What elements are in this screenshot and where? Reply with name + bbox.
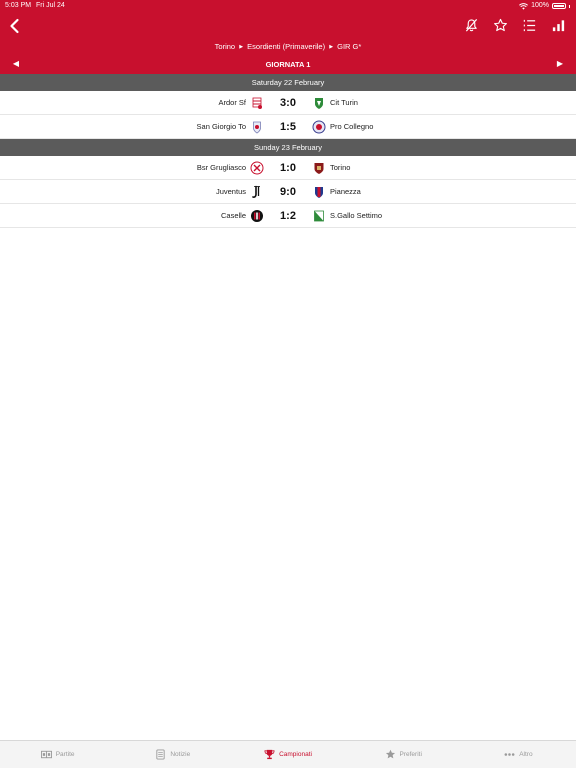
tab-partite[interactable]: Partite: [0, 741, 115, 768]
status-bar: 5:03 PM Fri Jul 24 100%: [0, 0, 576, 12]
tab-bar: Partite Notizie Campionati Preferiti Alt…: [0, 740, 576, 768]
match-row[interactable]: Bsr Grugliasco 1:0 Torino: [0, 156, 576, 180]
day-header: Sunday 23 February: [0, 139, 576, 156]
breadcrumb-region[interactable]: Torino: [215, 42, 235, 51]
home-team: San Giorgio To: [196, 122, 246, 131]
home-team: Bsr Grugliasco: [196, 163, 246, 172]
home-team: Caselle: [220, 211, 246, 220]
battery-percent: 100%: [531, 2, 549, 9]
team-logo-icon: [250, 161, 264, 175]
breadcrumb-separator-icon: ▶: [329, 44, 334, 50]
tab-altro[interactable]: Altro: [461, 741, 576, 768]
match-score: 1:0: [280, 162, 296, 174]
status-time: 5:03 PM: [5, 2, 32, 9]
away-team: S.Gallo Settimo: [330, 211, 383, 220]
match-row[interactable]: Ardor Sf 3:0 Cit Turin: [0, 91, 576, 115]
tab-preferiti[interactable]: Preferiti: [346, 741, 461, 768]
round-selector: ◀ GIORNATA 1 ▶: [0, 58, 576, 72]
round-title: GIORNATA 1: [265, 60, 311, 69]
home-team: Ardor Sf: [218, 98, 246, 107]
star-outline-icon[interactable]: [493, 18, 508, 33]
tab-campionati[interactable]: Campionati: [230, 741, 345, 768]
bar-chart-icon[interactable]: [551, 18, 566, 33]
match-row[interactable]: Caselle 1:2 S.Gallo Settimo: [0, 204, 576, 228]
nav-actions: [464, 18, 566, 33]
team-logo-icon: [315, 98, 323, 109]
battery-icon: [552, 3, 566, 9]
match-score: 1:5: [280, 121, 296, 133]
news-icon: [156, 749, 165, 760]
bell-slash-icon[interactable]: [464, 18, 479, 33]
list-icon[interactable]: [522, 18, 537, 33]
status-right: 100%: [519, 0, 570, 12]
wifi-icon: [519, 2, 529, 10]
match-score: 9:0: [280, 186, 296, 198]
tab-label: Campionati: [279, 751, 312, 758]
match-row[interactable]: Juventus 9:0 Pianezza: [0, 180, 576, 204]
team-logo-icon: [252, 185, 260, 198]
match-score: 1:2: [280, 210, 296, 222]
status-date: Fri Jul 24: [36, 2, 65, 9]
tab-label: Notizie: [170, 751, 191, 758]
match-score: 3:0: [280, 97, 296, 109]
app-header: 5:03 PM Fri Jul 24 100% Torino ▶ Esordie…: [0, 0, 576, 74]
away-team: Cit Turin: [330, 98, 358, 107]
trophy-icon: [264, 749, 275, 760]
away-team: Torino: [330, 163, 351, 172]
breadcrumb-category[interactable]: Esordienti (Primaverile): [247, 42, 325, 51]
breadcrumb-separator-icon: ▶: [239, 44, 244, 50]
breadcrumb: Torino ▶ Esordienti (Primaverile) ▶ GIR …: [0, 42, 576, 51]
team-logo-icon: [315, 187, 323, 198]
home-team: Juventus: [215, 187, 246, 196]
team-logo-icon: [314, 163, 324, 174]
team-logo-icon: [312, 120, 326, 134]
more-icon: [504, 753, 515, 756]
battery-tip: [569, 4, 570, 8]
tab-notizie[interactable]: Notizie: [115, 741, 230, 768]
away-team: Pianezza: [330, 187, 361, 196]
nav-bar: [0, 14, 576, 38]
tab-label: Altro: [519, 751, 533, 758]
tab-label: Preferiti: [399, 751, 422, 758]
next-round-icon[interactable]: ▶: [553, 59, 567, 68]
away-team: Pro Collegno: [330, 122, 374, 131]
chevron-left-icon[interactable]: [6, 17, 24, 35]
breadcrumb-group[interactable]: GIR G*: [337, 42, 361, 51]
team-logo-icon: [314, 210, 324, 222]
team-logo-icon: [253, 121, 261, 134]
day-header: Saturday 22 February: [0, 74, 576, 91]
star-icon: [385, 749, 395, 759]
team-logo-icon: [252, 97, 262, 109]
scoreboard-icon: [40, 750, 52, 759]
tab-label: Partite: [55, 751, 75, 758]
match-row[interactable]: San Giorgio To 1:5 Pro Collegno: [0, 115, 576, 139]
team-logo-icon: [251, 210, 263, 222]
